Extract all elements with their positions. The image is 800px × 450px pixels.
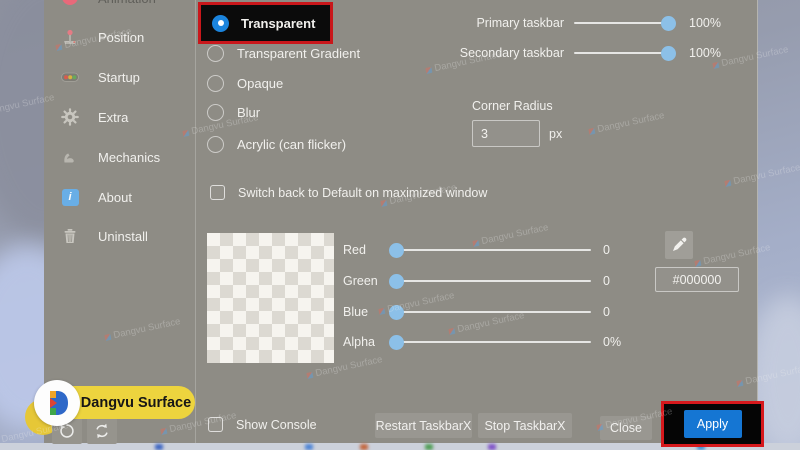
refresh-button[interactable] (87, 418, 117, 444)
restart-taskbarx-button[interactable]: Restart TaskbarX (375, 413, 472, 438)
slider-thumb[interactable] (661, 15, 676, 31)
eyedropper-icon (673, 237, 687, 251)
sidebar-divider (195, 0, 196, 443)
slider-thumb[interactable] (389, 242, 404, 258)
radio-button-selected[interactable] (212, 14, 229, 32)
joystick-icon (60, 27, 80, 47)
radio-button[interactable] (207, 44, 224, 62)
radio-blur[interactable]: Blur (207, 103, 260, 121)
sidebar-item-animation[interactable]: Animation (60, 0, 188, 9)
slider-thumb[interactable] (389, 273, 404, 289)
sidebar-item-startup[interactable]: Startup (60, 66, 188, 88)
color-preview-swatch (207, 233, 334, 363)
alpha-slider[interactable] (389, 334, 591, 350)
radio-acrylic[interactable]: Acrylic (can flicker) (207, 135, 346, 153)
secondary-taskbar-slider-row: Secondary taskbar 100% (459, 45, 721, 61)
green-slider-row: Green 0 (343, 273, 610, 289)
red-slider-row: Red 0 (343, 242, 610, 258)
refresh-icon (96, 423, 108, 439)
eyedropper-button[interactable] (665, 231, 693, 259)
blue-slider[interactable] (389, 304, 591, 320)
checkbox[interactable] (208, 417, 223, 432)
sidebar-item-about[interactable]: i About (60, 186, 188, 208)
radio-opaque[interactable]: Opaque (207, 74, 283, 92)
taskbar-icon[interactable] (360, 444, 368, 450)
corner-radius-group: Corner Radius px (472, 99, 562, 147)
green-slider[interactable] (389, 273, 591, 289)
blue-slider-row: Blue 0 (343, 304, 610, 320)
taskbar-icon[interactable] (425, 444, 433, 450)
sidebar-item-extra[interactable]: Extra (60, 106, 188, 128)
brand-name: Dangvu Surface (80, 394, 192, 411)
taskbar-icon[interactable] (488, 444, 496, 450)
secondary-taskbar-slider[interactable] (574, 45, 676, 61)
slider-thumb[interactable] (661, 45, 676, 61)
hex-color-input[interactable] (655, 267, 739, 292)
animation-icon (60, 0, 80, 8)
corner-radius-input[interactable] (472, 120, 540, 147)
trash-icon (60, 226, 80, 246)
annotation-box-apply: Apply (661, 401, 764, 447)
radio-button[interactable] (207, 135, 224, 153)
primary-taskbar-slider-row: Primary taskbar 100% (476, 15, 721, 31)
brand-d-icon (50, 391, 68, 415)
screenshot-root: Animation Position (0, 0, 800, 450)
radio-button[interactable] (207, 74, 224, 92)
taskbar-icon[interactable] (155, 444, 163, 450)
radio-transparent-gradient[interactable]: Transparent Gradient (207, 44, 360, 62)
radio-button[interactable] (207, 103, 224, 121)
show-console-checkbox-row[interactable]: Show Console (208, 417, 317, 432)
checkbox[interactable] (210, 185, 225, 200)
close-button[interactable]: Close (600, 416, 652, 440)
slider-thumb[interactable] (389, 334, 404, 350)
radio-label: Transparent (241, 15, 316, 31)
annotation-box-transparent: Transparent (198, 2, 333, 44)
alpha-slider-row: Alpha 0% (343, 334, 622, 350)
apply-button[interactable]: Apply (683, 410, 742, 438)
taskbar-icon[interactable] (305, 444, 313, 450)
red-slider[interactable] (389, 242, 591, 258)
brand-logo (34, 380, 80, 426)
muscle-arm-icon (60, 147, 80, 167)
slider-thumb[interactable] (389, 304, 404, 320)
traffic-light-icon (60, 67, 80, 87)
primary-taskbar-slider[interactable] (574, 15, 676, 31)
sidebar-item-uninstall[interactable]: Uninstall (60, 225, 188, 247)
maximized-default-checkbox-row[interactable]: Switch back to Default on maximized wind… (210, 185, 487, 200)
info-icon: i (60, 187, 80, 207)
stop-taskbarx-button[interactable]: Stop TaskbarX (478, 413, 572, 438)
sidebar-item-mechanics[interactable]: Mechanics (60, 146, 188, 168)
gear-icon (60, 107, 80, 127)
sidebar-item-position[interactable]: Position (60, 26, 188, 48)
taskbarx-settings-window: Animation Position (44, 0, 758, 443)
